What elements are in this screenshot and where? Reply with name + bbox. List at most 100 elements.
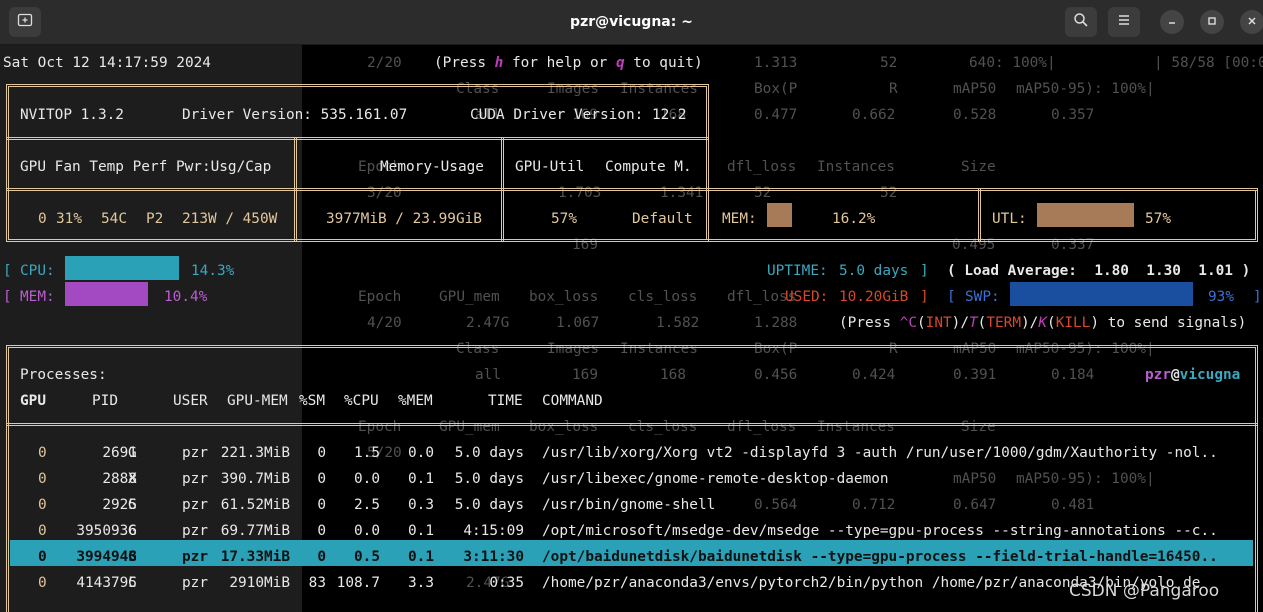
gpu-mem-bar <box>767 203 792 227</box>
log-cell: 0.662 <box>852 107 896 123</box>
gpu-compute-mode: Default <box>632 211 693 227</box>
minimize-button[interactable] <box>1160 10 1184 34</box>
process-mem: 0.1 <box>408 471 434 487</box>
process-gpu: 0 <box>38 523 47 539</box>
driver-version: Driver Version: 535.161.07 <box>182 107 408 123</box>
log-cell: Box(P <box>754 81 798 97</box>
process-gpu: 0 <box>38 549 47 565</box>
process-pid: 2925 <box>102 497 137 513</box>
uptime-label: UPTIME: <box>767 263 828 279</box>
process-gpu: 0 <box>38 575 47 591</box>
quit-key: q <box>615 55 625 71</box>
table-row[interactable]: 0 2925 Gpzr 61.52MiB 0 2.5 0.3 5.0 days/usr/bin… <box>0 492 1263 518</box>
gpu-perf: P2 <box>146 211 164 227</box>
gpu-util-percent: 57% <box>1145 211 1171 227</box>
memory-column-header: Memory-Usage <box>380 159 484 175</box>
process-gpumem: 61.52MiB <box>220 497 290 513</box>
log-cell: | 58/58 [00:0 <box>1154 55 1263 71</box>
swp-label: SWP: <box>965 289 1000 305</box>
gpu-mem-percent: 16.2% <box>832 211 876 227</box>
process-mem: 0.1 <box>408 523 434 539</box>
col-user: USER <box>173 393 208 409</box>
mem-bar <box>65 282 148 306</box>
mem-label: MEM: <box>20 289 55 305</box>
process-cpu: 2.5 <box>354 497 380 513</box>
process-sm: 0 <box>317 471 326 487</box>
close-button[interactable] <box>1240 10 1263 34</box>
process-type: G <box>128 497 137 513</box>
sigint-label: INT <box>925 315 952 331</box>
search-button[interactable] <box>1065 7 1097 37</box>
maximize-button[interactable] <box>1200 10 1224 34</box>
col-sm: %SM <box>299 393 325 409</box>
log-cell: mAP50 <box>953 81 997 97</box>
process-mem: 0.0 <box>408 445 434 461</box>
process-cmd: /opt/baidunetdisk/baidunetdisk --type=gp… <box>542 549 1218 565</box>
process-sm: 0 <box>317 497 326 513</box>
process-time: 5.0 days <box>454 471 524 487</box>
log-cell: 2/20 <box>367 55 402 71</box>
close-icon <box>1247 15 1257 29</box>
log-cell: 0.357 <box>1051 107 1095 123</box>
gpu-mem-label: MEM: <box>722 211 757 227</box>
col-gpu: GPU <box>20 393 46 409</box>
process-pid: 3994943 <box>76 549 137 565</box>
mem-bracket: [ <box>3 289 12 305</box>
gpu-util-label: UTL: <box>992 211 1027 227</box>
menu-icon <box>1117 13 1131 31</box>
processes-title: Processes: <box>20 367 107 383</box>
sigkill-label: KILL <box>1055 315 1091 331</box>
log-cell: dfl_loss <box>727 159 797 175</box>
cuda-version: CUDA Driver Version: 12.2 <box>470 107 687 123</box>
log-cell: GPU_mem <box>439 289 500 305</box>
process-cpu: 108.7 <box>336 575 380 591</box>
col-cpu: %CPU <box>344 393 379 409</box>
process-cpu: 0.0 <box>354 471 380 487</box>
process-gpu: 0 <box>38 497 47 513</box>
table-row[interactable]: 0 2888 Xpzr 390.7MiB 0 0.0 0.1 5.0 days/usr/lib… <box>0 466 1263 492</box>
log-cell: 1.288 <box>754 315 798 331</box>
log-cell: 1.067 <box>556 315 600 331</box>
process-time: 5.0 days <box>454 497 524 513</box>
process-gpumem: 2910MiB <box>229 575 290 591</box>
uptime-bracket: ] <box>920 263 929 279</box>
gpu-temp: 54C <box>101 211 127 227</box>
datetime: Sat Oct 12 14:17:59 2024 <box>3 55 211 71</box>
load-1min: 1.80 <box>1094 263 1129 279</box>
menu-button[interactable] <box>1108 7 1140 37</box>
log-cell: 52 <box>880 55 898 71</box>
load-average: ( Load Average: 1.80 1.30 1.01 ) <box>947 263 1251 279</box>
process-time: 4:15:09 <box>463 523 524 539</box>
search-icon <box>1073 12 1089 32</box>
process-pid: 3950936 <box>76 523 137 539</box>
col-pid: PID <box>92 393 118 409</box>
table-row[interactable]: 0 2691 Gpzr 221.3MiB 0 1.5 0.0 5.0 days/usr/lib… <box>0 440 1263 466</box>
process-cpu: 0.5 <box>354 549 380 565</box>
log-cell: R <box>889 81 898 97</box>
title-bar: pzr@vicugna: ~ <box>0 0 1263 45</box>
gpu-util-value: 57% <box>551 211 577 227</box>
log-cell: Size <box>961 159 996 175</box>
col-gpu-mem: GPU-MEM <box>227 393 288 409</box>
load-15min: 1.01 <box>1198 263 1233 279</box>
used-label: USED: <box>785 289 829 305</box>
process-time: 5.0 days <box>454 445 524 461</box>
log-cell: Instances <box>817 159 895 175</box>
used-bracket: ] <box>920 289 929 305</box>
terminal[interactable]: 2/20 1.313 52 640: 100%| | 58/58 [00:0 C… <box>0 45 1263 612</box>
swap-bar <box>1010 282 1193 306</box>
sigterm-key: T <box>969 315 978 331</box>
minimize-icon <box>1167 15 1177 29</box>
table-row[interactable]: 0 3994943 Gpzr 17.33MiB 0 0.5 0.1 3:11:30/opt/b… <box>0 544 1263 570</box>
watermark: CSDN @Pangaroo <box>1069 581 1220 601</box>
table-row[interactable]: 0 3950936 Gpzr 69.77MiB 0 0.0 0.1 4:15:09/opt/m… <box>0 518 1263 544</box>
process-time: 0:35 <box>489 575 524 591</box>
log-cell: Epoch <box>358 289 402 305</box>
log-cell: box_loss <box>529 289 599 305</box>
frame-divider <box>978 188 981 242</box>
compute-column-header: Compute M. <box>605 159 692 175</box>
frame-divider <box>501 137 504 242</box>
uptime-value: 5.0 days <box>839 263 909 279</box>
maximize-icon <box>1207 15 1217 29</box>
process-cpu: 0.0 <box>354 523 380 539</box>
